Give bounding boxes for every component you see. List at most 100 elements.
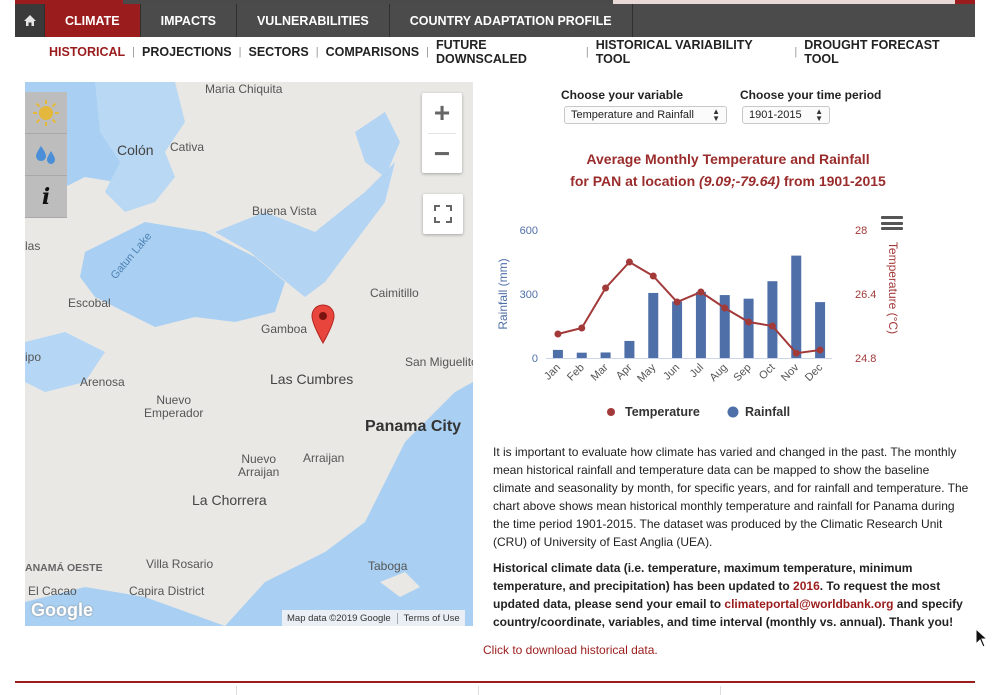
chart-title-line2: for PAN at location (9.09;-79.64) from 1… — [494, 170, 962, 192]
variable-label: Choose your variable — [561, 88, 684, 102]
variable-select[interactable]: Temperature and Rainfall ▲ ▼ — [564, 106, 727, 124]
info-icon[interactable]: i — [25, 176, 67, 218]
subnav-separator: | — [132, 46, 136, 58]
select-arrows-icon: ▲ ▼ — [815, 107, 823, 123]
x-axis-tick-label: Jul — [688, 362, 706, 380]
subnav-separator: | — [238, 46, 242, 58]
subnav-separator: | — [794, 46, 798, 58]
map-label-las: las — [25, 239, 41, 253]
tab-country-adaptation-profile[interactable]: COUNTRY ADAPTATION PROFILE — [390, 4, 633, 37]
climate-chart: 0 300 600 24.8 26.4 28 Rainfall (mm) Temperatur… — [496, 225, 900, 419]
map-label-nuevo-arraijan: Nuevo Arraijan — [238, 452, 280, 479]
temperature-point-nov — [792, 349, 800, 357]
legend-temperature-marker — [607, 408, 615, 416]
x-axis-tick-label: Apr — [614, 361, 635, 382]
rainfall-bar-sep — [743, 298, 754, 358]
map-label-maria-chiquita: Maria Chiquita — [205, 82, 283, 96]
temperature-layer-sun-icon[interactable] — [25, 92, 67, 134]
left-axis-tick-label: 600 — [520, 225, 538, 237]
subnav-drought-forecast-tool[interactable]: DROUGHT FORECAST TOOL — [804, 38, 975, 66]
tab-climate[interactable]: CLIMATE — [45, 4, 141, 37]
subnav-historical-variability-tool[interactable]: HISTORICAL VARIABILITY TOOL — [596, 38, 788, 66]
map-view[interactable]: Maria Chiquita Colón Cativa Buena Vista … — [25, 82, 473, 626]
map-attribution: Map data ©2019 Google Terms of Use — [282, 610, 465, 626]
legend-temperature-label: Temperature — [625, 405, 700, 419]
right-axis-tick-label: 24.8 — [855, 353, 876, 365]
subnav-historical[interactable]: HISTORICAL — [49, 45, 125, 59]
rainfall-bar-mar — [600, 352, 611, 358]
email-link[interactable]: climateportal@worldbank.org — [724, 597, 893, 611]
map-label-taboga: Taboga — [368, 559, 408, 573]
map-label-colon: Colón — [117, 142, 154, 158]
right-axis-title: Temperature (°C) — [886, 242, 900, 334]
period-label: Choose your time period — [740, 88, 882, 102]
description-paragraph-2: Historical climate data (i.e. temperatur… — [493, 559, 970, 631]
rainfall-bar-jun — [672, 301, 683, 358]
map-label-capira-district: Capira District — [129, 584, 205, 598]
tab-impacts[interactable]: IMPACTS — [141, 4, 237, 37]
footer-tick — [236, 686, 237, 695]
x-axis-tick-label: Dec — [803, 361, 826, 384]
rainfall-bar-oct — [767, 281, 778, 358]
temperature-point-feb — [578, 324, 586, 332]
right-axis-tick-label: 28 — [855, 225, 867, 237]
x-axis-tick-label: Feb — [565, 362, 587, 384]
map-label-las-cumbres: Las Cumbres — [270, 371, 354, 387]
terms-of-use-link[interactable]: Terms of Use — [404, 613, 460, 624]
zoom-in-button[interactable]: + — [422, 93, 462, 133]
x-axis-tick-label: Nov — [779, 361, 802, 384]
map-label-buena-vista: Buena Vista — [252, 204, 317, 218]
x-axis-tick-label: May — [635, 361, 659, 385]
legend-rainfall-marker — [727, 406, 739, 418]
home-icon[interactable] — [15, 4, 45, 37]
map-label-san-miguelito: San Miguelito — [405, 355, 473, 369]
updated-year: 2016 — [793, 579, 820, 593]
rainfall-layer-drops-icon[interactable] — [25, 134, 67, 176]
x-axis-tick-label: Mar — [589, 361, 611, 383]
map-label-panama-oeste: ANAMÁ OESTE — [25, 562, 103, 574]
map-label-el-cacao: El Cacao — [28, 584, 77, 598]
subnav-comparisons[interactable]: COMPARISONS — [326, 45, 420, 59]
location-pin-icon[interactable] — [311, 304, 335, 344]
temperature-point-may — [649, 272, 657, 280]
rainfall-bar-jan — [552, 349, 563, 358]
fullscreen-button[interactable] — [423, 194, 463, 234]
rainfall-bar-nov — [791, 255, 802, 358]
sub-nav: HISTORICAL | PROJECTIONS | SECTORS | COM… — [15, 37, 975, 67]
x-axis-tick-label: Jan — [542, 362, 563, 383]
rainfall-bar-may — [648, 292, 659, 358]
temperature-point-jan — [554, 330, 562, 338]
main-nav: CLIMATE IMPACTS VULNERABILITIES COUNTRY … — [15, 4, 975, 37]
zoom-out-button[interactable]: − — [422, 134, 462, 174]
map-label-escobal: Escobal — [68, 296, 111, 310]
chart-title-location: (9.09;-79.64) — [699, 173, 780, 189]
subnav-sectors[interactable]: SECTORS — [249, 45, 309, 59]
tab-vulnerabilities[interactable]: VULNERABILITIES — [237, 4, 390, 37]
x-axis-tick-label: Jun — [661, 362, 682, 383]
google-logo: Google — [31, 600, 93, 620]
period-select-value: 1901-2015 — [749, 109, 802, 121]
period-selector: Choose your time period 1901-2015 ▲ ▼ — [740, 88, 881, 124]
chart-title-prefix: for PAN at location — [570, 173, 700, 189]
subnav-separator: | — [585, 46, 589, 58]
period-select[interactable]: 1901-2015 ▲ ▼ — [742, 106, 830, 124]
temperature-point-jul — [697, 288, 705, 296]
map-label-arraijan: Arraijan — [303, 451, 345, 465]
x-axis-tick-label: Sep — [731, 362, 753, 384]
layer-buttons: i — [25, 92, 67, 218]
map-label-nuevo-emperador: Nuevo Emperador — [144, 393, 204, 420]
subnav-projections[interactable]: PROJECTIONS — [142, 45, 232, 59]
subnav-future-downscaled[interactable]: FUTURE DOWNSCALED — [436, 38, 579, 66]
x-axis-tick-label: Aug — [708, 362, 730, 384]
footer-tick — [720, 686, 721, 695]
legend-rainfall-label: Rainfall — [745, 405, 790, 419]
zoom-control: + − — [422, 93, 462, 173]
x-axis-tick-label: Oct — [757, 362, 778, 383]
left-axis-tick-label: 0 — [532, 353, 538, 365]
description: It is important to evaluate how climate … — [493, 443, 970, 639]
map-label-cativa: Cativa — [170, 140, 205, 154]
download-historical-data-link[interactable]: Click to download historical data. — [483, 643, 658, 657]
chart-title: Average Monthly Temperature and Rainfall… — [494, 148, 962, 192]
description-paragraph-1: It is important to evaluate how climate … — [493, 445, 969, 549]
left-axis-title: Rainfall (mm) — [496, 258, 510, 329]
